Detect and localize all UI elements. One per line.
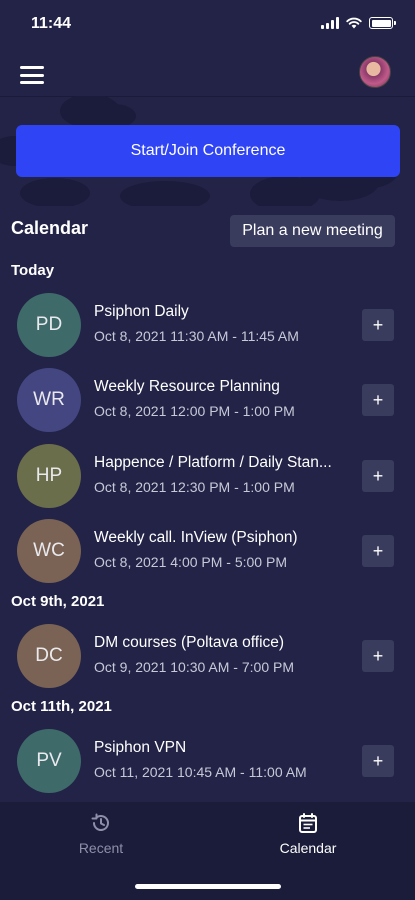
meeting-initials-avatar: WC (17, 519, 81, 583)
calendar-heading: Calendar (11, 218, 89, 238)
meeting-item[interactable]: DC DM courses (Poltava office) Oct 9, 20… (0, 621, 415, 691)
add-meeting-button[interactable]: + (362, 535, 394, 567)
meeting-time: Oct 11, 2021 10:45 AM - 11:00 AM (94, 764, 307, 780)
add-meeting-button[interactable]: + (362, 309, 394, 341)
meeting-initials-avatar: PD (17, 293, 81, 357)
meeting-title: Happence / Platform / Daily Stan... (94, 454, 332, 471)
section-label-today: Today (11, 262, 55, 279)
status-icons (321, 17, 396, 29)
status-time: 11:44 (31, 15, 72, 32)
start-join-conference-button[interactable]: Start/Join Conference (16, 125, 400, 177)
meeting-time: Oct 8, 2021 4:00 PM - 5:00 PM (94, 554, 287, 570)
history-icon (91, 813, 109, 831)
meeting-title: Weekly Resource Planning (94, 378, 280, 395)
meeting-initials-avatar: DC (17, 624, 81, 688)
meeting-item[interactable]: PV Psiphon VPN Oct 11, 2021 10:45 AM - 1… (0, 726, 415, 796)
meeting-item[interactable]: HP Happence / Platform / Daily Stan... O… (0, 441, 415, 511)
add-meeting-button[interactable]: + (362, 640, 394, 672)
meeting-time: Oct 8, 2021 11:30 AM - 11:45 AM (94, 328, 299, 344)
meeting-title: DM courses (Poltava office) (94, 634, 285, 651)
calendar-icon (299, 813, 317, 833)
tab-calendar[interactable]: Calendar (248, 812, 368, 862)
home-indicator (135, 884, 281, 889)
meeting-initials-avatar: WR (17, 368, 81, 432)
wifi-icon (346, 17, 362, 29)
status-bar: 11:44 (0, 0, 415, 50)
section-label-oct-11: Oct 11th, 2021 (11, 698, 112, 715)
add-meeting-button[interactable]: + (362, 384, 394, 416)
app-header (0, 50, 415, 97)
meeting-item[interactable]: WC Weekly call. InView (Psiphon) Oct 8, … (0, 516, 415, 586)
plan-new-meeting-button[interactable]: Plan a new meeting (230, 215, 395, 247)
meeting-time: Oct 9, 2021 10:30 AM - 7:00 PM (94, 659, 294, 675)
meeting-title: Psiphon Daily (94, 303, 189, 320)
meeting-initials-avatar: HP (17, 444, 81, 508)
user-avatar[interactable] (359, 56, 391, 88)
tab-recent-label: Recent (78, 840, 124, 856)
hamburger-menu-icon[interactable] (20, 66, 44, 84)
battery-icon (369, 17, 396, 29)
meeting-time: Oct 8, 2021 12:30 PM - 1:00 PM (94, 479, 295, 495)
tab-calendar-label: Calendar (279, 840, 337, 856)
meeting-item[interactable]: PD Psiphon Daily Oct 8, 2021 11:30 AM - … (0, 290, 415, 360)
meeting-item[interactable]: WR Weekly Resource Planning Oct 8, 2021 … (0, 365, 415, 435)
cellular-signal-icon (321, 17, 339, 29)
meeting-initials-avatar: PV (17, 729, 81, 793)
section-label-oct-9: Oct 9th, 2021 (11, 593, 105, 610)
meeting-title: Psiphon VPN (94, 739, 187, 756)
tab-recent[interactable]: Recent (41, 812, 161, 862)
meeting-time: Oct 8, 2021 12:00 PM - 1:00 PM (94, 403, 295, 419)
meeting-title: Weekly call. InView (Psiphon) (94, 529, 298, 546)
add-meeting-button[interactable]: + (362, 460, 394, 492)
add-meeting-button[interactable]: + (362, 745, 394, 777)
